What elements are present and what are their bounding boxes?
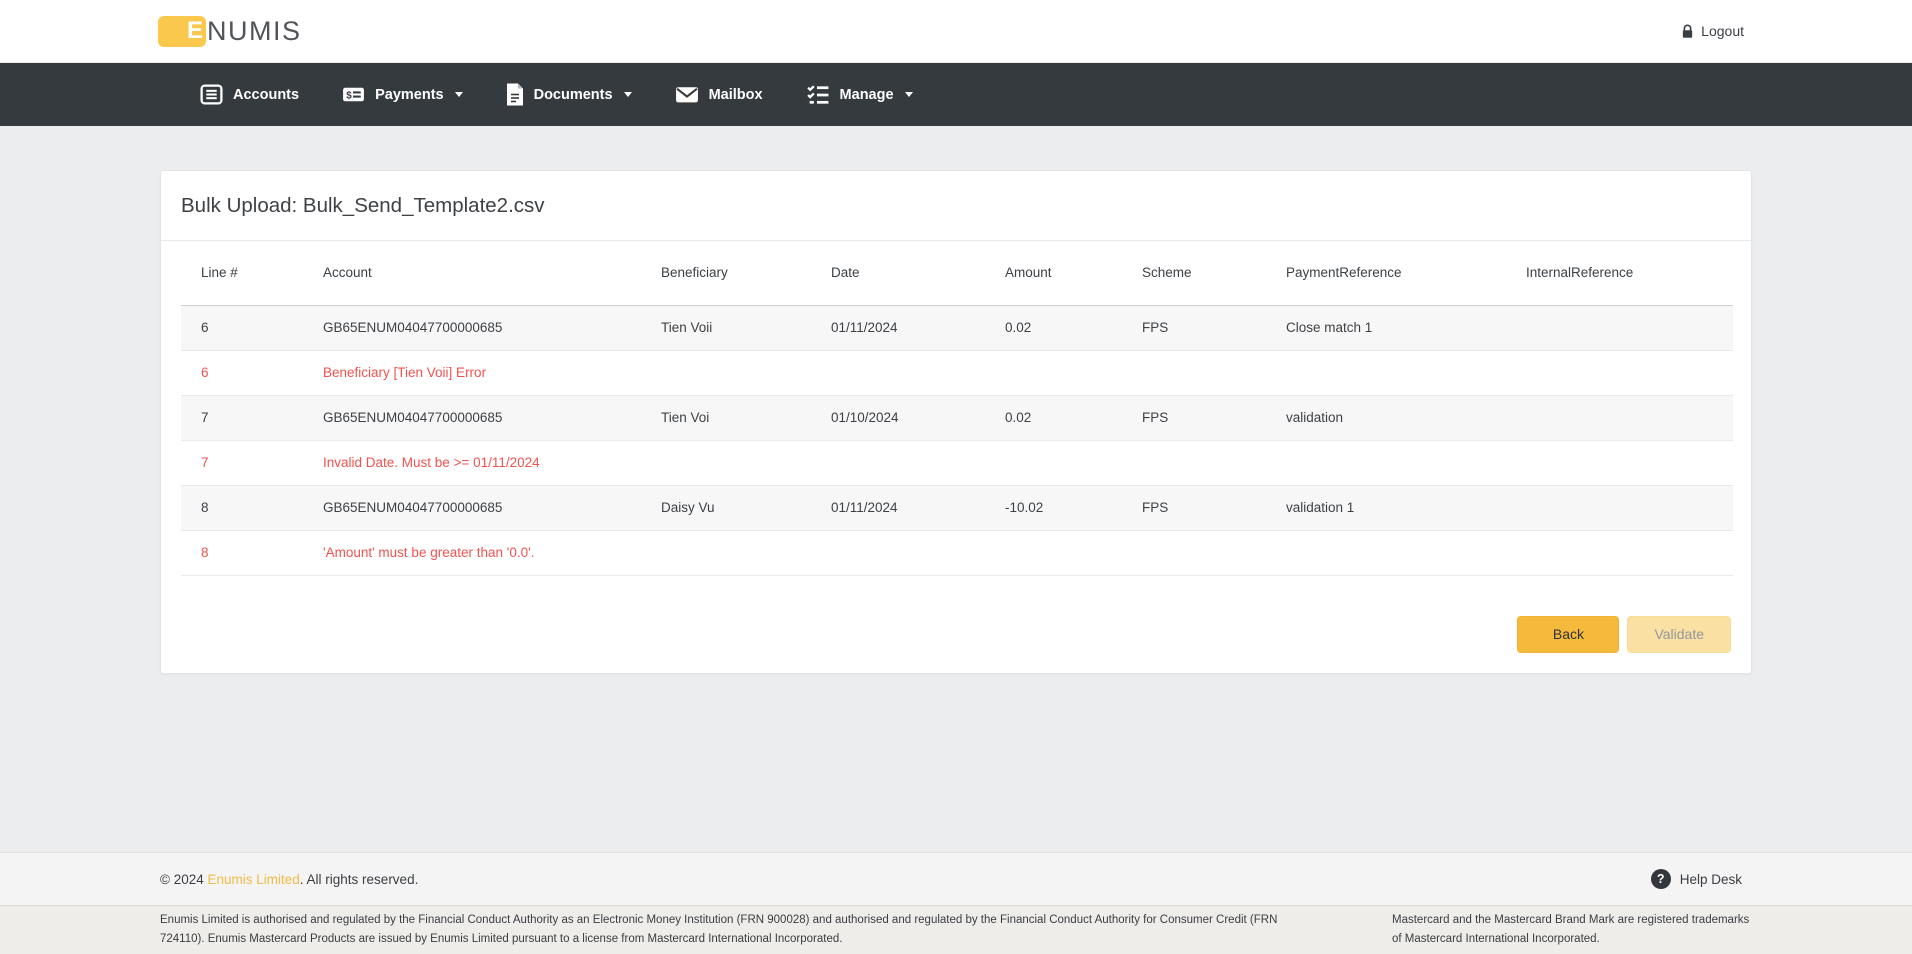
nav-item-documents[interactable]: Documents bbox=[491, 72, 646, 117]
table-row: 8 GB65ENUM04047700000685 Daisy Vu 01/11/… bbox=[181, 485, 1733, 530]
checklist-icon bbox=[805, 82, 831, 107]
nav-item-payments[interactable]: $ Payments bbox=[327, 72, 477, 117]
back-button[interactable]: Back bbox=[1517, 616, 1619, 653]
bulk-upload-card: Bulk Upload: Bulk_Send_Template2.csv Lin… bbox=[160, 170, 1752, 674]
legal-text-left: Enumis Limited is authorised and regulat… bbox=[160, 911, 1315, 949]
table-error-row: 7 Invalid Date. Must be >= 01/11/2024 bbox=[181, 440, 1733, 485]
cell-internal-reference bbox=[1506, 485, 1733, 530]
enumis-logo[interactable]: E NUMIS bbox=[158, 16, 302, 47]
cell-line: 6 bbox=[181, 350, 303, 395]
cell-error-message: Beneficiary [Tien Voii] Error bbox=[303, 350, 1733, 395]
col-header-payment-reference: PaymentReference bbox=[1266, 241, 1506, 305]
legal-text-right: Mastercard and the Mastercard Brand Mark… bbox=[1392, 911, 1752, 949]
cell-payment-reference: validation 1 bbox=[1266, 485, 1506, 530]
card-header: Bulk Upload: Bulk_Send_Template2.csv bbox=[161, 171, 1751, 241]
legal-bar: Enumis Limited is authorised and regulat… bbox=[0, 905, 1912, 954]
cell-error-message: Invalid Date. Must be >= 01/11/2024 bbox=[303, 440, 1733, 485]
nav-item-manage[interactable]: Manage bbox=[791, 72, 927, 117]
main-navigation: Accounts $ Payments Documents bbox=[0, 63, 1912, 126]
col-header-amount: Amount bbox=[985, 241, 1122, 305]
nav-label: Manage bbox=[840, 87, 894, 103]
col-header-account: Account bbox=[303, 241, 641, 305]
cell-line: 6 bbox=[181, 305, 303, 350]
table-row: 6 GB65ENUM04047700000685 Tien Voii 01/11… bbox=[181, 305, 1733, 350]
col-header-internal-reference: InternalReference bbox=[1506, 241, 1733, 305]
nav-label: Payments bbox=[375, 87, 444, 103]
nav-label: Accounts bbox=[233, 87, 299, 103]
help-desk-button[interactable]: ? Help Desk bbox=[1651, 869, 1752, 889]
logo-letter: E bbox=[187, 17, 203, 45]
cell-scheme: FPS bbox=[1122, 485, 1266, 530]
col-header-date: Date bbox=[811, 241, 985, 305]
cell-scheme: FPS bbox=[1122, 395, 1266, 440]
logout-button[interactable]: Logout bbox=[1680, 23, 1744, 40]
action-buttons: Back Validate bbox=[181, 616, 1731, 653]
bulk-upload-table: Line # Account Beneficiary Date Amount S… bbox=[181, 241, 1733, 576]
document-icon bbox=[505, 82, 525, 107]
table-error-row: 8 'Amount' must be greater than '0.0'. bbox=[181, 530, 1733, 575]
cell-date: 01/11/2024 bbox=[811, 485, 985, 530]
enumis-limited-link[interactable]: Enumis Limited bbox=[207, 872, 299, 887]
cell-line: 8 bbox=[181, 530, 303, 575]
card-body: Line # Account Beneficiary Date Amount S… bbox=[161, 241, 1751, 673]
validate-button[interactable]: Validate bbox=[1627, 616, 1731, 653]
footer: © 2024 Enumis Limited. All rights reserv… bbox=[0, 852, 1912, 905]
cell-payment-reference: Close match 1 bbox=[1266, 305, 1506, 350]
cell-internal-reference bbox=[1506, 305, 1733, 350]
logout-label: Logout bbox=[1701, 23, 1744, 39]
top-header: E NUMIS Logout bbox=[0, 0, 1912, 63]
cell-date: 01/10/2024 bbox=[811, 395, 985, 440]
logo-box: E bbox=[158, 16, 206, 47]
payments-icon: $ bbox=[341, 82, 366, 107]
cell-amount: 0.02 bbox=[985, 395, 1122, 440]
chevron-down-icon bbox=[455, 92, 463, 97]
main-content: Bulk Upload: Bulk_Send_Template2.csv Lin… bbox=[0, 126, 1912, 852]
copyright-suffix: . All rights reserved. bbox=[300, 872, 419, 887]
cell-amount: 0.02 bbox=[985, 305, 1122, 350]
col-header-beneficiary: Beneficiary bbox=[641, 241, 811, 305]
page-title: Bulk Upload: Bulk_Send_Template2.csv bbox=[181, 194, 1731, 218]
table-row: 7 GB65ENUM04047700000685 Tien Voi 01/10/… bbox=[181, 395, 1733, 440]
cell-account: GB65ENUM04047700000685 bbox=[303, 305, 641, 350]
list-icon bbox=[199, 82, 224, 107]
nav-item-accounts[interactable]: Accounts bbox=[185, 72, 313, 117]
cell-beneficiary: Tien Voi bbox=[641, 395, 811, 440]
cell-beneficiary: Daisy Vu bbox=[641, 485, 811, 530]
copyright: © 2024 Enumis Limited. All rights reserv… bbox=[160, 872, 418, 887]
nav-label: Documents bbox=[534, 87, 613, 103]
chevron-down-icon bbox=[624, 92, 632, 97]
lock-icon bbox=[1680, 23, 1695, 40]
svg-text:$: $ bbox=[346, 90, 352, 101]
table-error-row: 6 Beneficiary [Tien Voii] Error bbox=[181, 350, 1733, 395]
cell-account: GB65ENUM04047700000685 bbox=[303, 395, 641, 440]
cell-scheme: FPS bbox=[1122, 305, 1266, 350]
question-mark-icon: ? bbox=[1651, 869, 1671, 889]
mail-icon bbox=[674, 82, 700, 107]
copyright-prefix: © 2024 bbox=[160, 872, 207, 887]
help-desk-label: Help Desk bbox=[1680, 872, 1742, 887]
cell-line: 7 bbox=[181, 440, 303, 485]
nav-label: Mailbox bbox=[709, 87, 763, 103]
cell-error-message: 'Amount' must be greater than '0.0'. bbox=[303, 530, 1733, 575]
cell-internal-reference bbox=[1506, 395, 1733, 440]
cell-account: GB65ENUM04047700000685 bbox=[303, 485, 641, 530]
table-header-row: Line # Account Beneficiary Date Amount S… bbox=[181, 241, 1733, 305]
cell-amount: -10.02 bbox=[985, 485, 1122, 530]
col-header-scheme: Scheme bbox=[1122, 241, 1266, 305]
chevron-down-icon bbox=[905, 92, 913, 97]
col-header-line: Line # bbox=[181, 241, 303, 305]
cell-beneficiary: Tien Voii bbox=[641, 305, 811, 350]
cell-payment-reference: validation bbox=[1266, 395, 1506, 440]
cell-line: 8 bbox=[181, 485, 303, 530]
nav-item-mailbox[interactable]: Mailbox bbox=[660, 72, 777, 117]
cell-date: 01/11/2024 bbox=[811, 305, 985, 350]
cell-line: 7 bbox=[181, 395, 303, 440]
logo-text: NUMIS bbox=[207, 16, 302, 47]
